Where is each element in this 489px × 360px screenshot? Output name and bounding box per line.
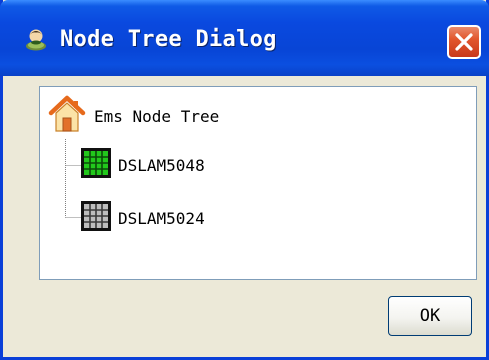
window-title: Node Tree Dialog (60, 27, 277, 52)
node-tree-dialog: Node Tree Dialog Ems Node Tree DSLAM5048… (0, 0, 489, 360)
tree-root-label: Ems Node Tree (94, 106, 220, 126)
ok-button[interactable]: OK (388, 296, 472, 336)
user-node-icon (24, 27, 48, 51)
title-bar[interactable]: Node Tree Dialog (0, 0, 489, 76)
grid-node-icon (80, 200, 112, 236)
node-tree-panel: Ems Node Tree DSLAM5048 DSLAM5024 (39, 86, 477, 280)
tree-node-item[interactable]: DSLAM5048 (80, 147, 205, 183)
tree-node-label: DSLAM5024 (118, 208, 205, 228)
grid-node-icon (80, 147, 112, 183)
tree-root-node[interactable]: Ems Node Tree (48, 94, 220, 138)
tree-node-label: DSLAM5048 (118, 155, 205, 175)
home-icon (48, 94, 86, 138)
close-icon (455, 33, 473, 51)
close-button[interactable] (447, 25, 481, 59)
tree-node-item[interactable]: DSLAM5024 (80, 200, 205, 236)
